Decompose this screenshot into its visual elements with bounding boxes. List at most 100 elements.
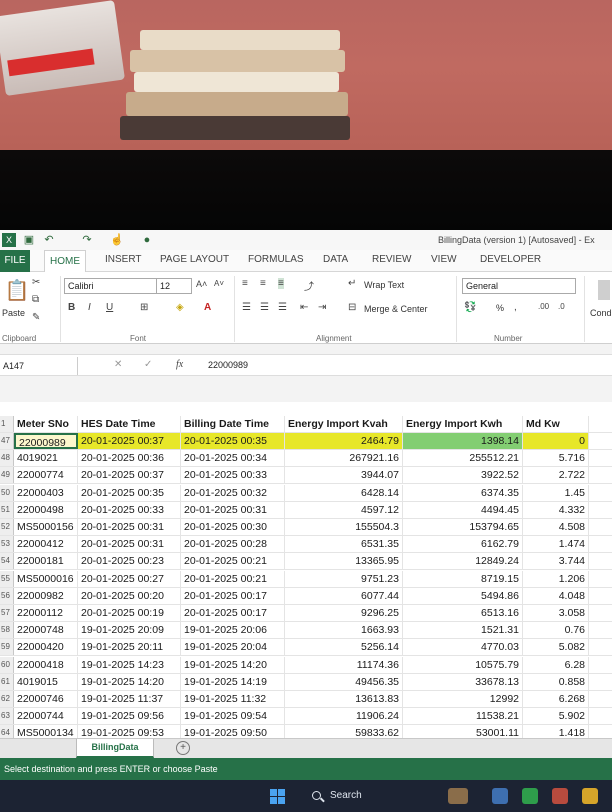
row-number[interactable]: 57 [0,605,14,621]
align-bottom-icon[interactable]: ≡ [278,278,284,289]
cell-c[interactable]: 20-01-2025 00:28 [181,536,285,553]
cell-a[interactable]: MS5000016 [14,570,78,587]
cell-b[interactable]: 20-01-2025 00:37 [78,433,181,449]
cell-q[interactable]: 12992 [403,691,523,707]
cell-af[interactable]: 4.332 [523,501,589,518]
cell-b[interactable]: 19-01-2025 14:23 [78,656,181,673]
paste-label[interactable]: Paste [2,308,25,318]
align-left-icon[interactable]: ☰ [242,302,251,313]
align-center-icon[interactable]: ☰ [260,302,269,313]
cell-q[interactable]: 12849.24 [403,553,523,570]
cell-c[interactable]: 20-01-2025 00:30 [181,519,285,535]
bold-icon[interactable]: B [68,302,75,313]
font-name-select[interactable]: Calibri [64,278,158,294]
cell-af[interactable]: 5.082 [523,639,589,656]
cell-c[interactable]: 20-01-2025 00:31 [181,501,285,518]
underline-icon[interactable]: U [106,302,113,313]
cell-g[interactable]: 267921.16 [285,450,403,467]
decrease-decimal-icon[interactable]: .0 [558,302,565,311]
tab-data[interactable]: DATA [323,254,348,265]
cell-a[interactable]: 22000420 [14,639,78,656]
cell-af[interactable]: 5.902 [523,708,589,725]
enter-icon[interactable]: ✓ [144,359,152,370]
row-number[interactable]: 49 [0,467,14,484]
decrease-indent-icon[interactable]: ⇤ [300,302,308,313]
cell-b[interactable]: 19-01-2025 20:11 [78,639,181,656]
cell-g[interactable]: 4597.12 [285,501,403,518]
cell-c[interactable]: 20-01-2025 00:32 [181,484,285,501]
comma-style-icon[interactable]: , [514,302,517,313]
touch-mode-icon[interactable]: ☝ [110,233,124,247]
tab-formulas[interactable]: FORMULAS [248,254,304,265]
cell-af[interactable]: 0.76 [523,622,589,639]
cell-af[interactable]: 0.858 [523,673,589,690]
cell-q[interactable]: 255512.21 [403,450,523,467]
cell-af[interactable]: 4.048 [523,587,589,604]
cell-b[interactable]: 19-01-2025 09:56 [78,708,181,725]
italic-icon[interactable]: I [88,302,91,313]
cell-c[interactable]: 19-01-2025 14:19 [181,673,285,690]
row-number[interactable]: 50 [0,484,14,501]
cell-b[interactable]: 20-01-2025 00:31 [78,519,181,535]
app-icon-5[interactable] [582,788,598,804]
number-format-select[interactable]: General [462,278,576,294]
tab-review[interactable]: REVIEW [372,254,411,265]
align-right-icon[interactable]: ☰ [278,302,287,313]
cell-c[interactable]: 20-01-2025 00:17 [181,587,285,604]
cell-q[interactable]: 1398.14 [403,433,523,449]
cell-c[interactable]: 20-01-2025 00:33 [181,467,285,484]
tab-home[interactable]: HOME [44,250,86,273]
windows-start-icon[interactable] [270,789,286,805]
row-number[interactable]: 48 [0,450,14,467]
cell-af[interactable]: 1.45 [523,484,589,501]
redo-icon[interactable]: ↷ [80,233,94,247]
cell-c[interactable]: 20-01-2025 00:21 [181,570,285,587]
cell-a[interactable]: 22000748 [14,622,78,639]
cell-q[interactable]: 10575.79 [403,656,523,673]
cell-af[interactable]: 1.206 [523,570,589,587]
cell-af[interactable]: 4.508 [523,519,589,535]
new-sheet-icon[interactable]: + [176,741,190,755]
cell-a[interactable]: 22000418 [14,656,78,673]
save-icon[interactable]: ▣ [22,233,36,247]
cell-af[interactable]: 5.716 [523,450,589,467]
cell-a[interactable]: 22000403 [14,484,78,501]
cell-c[interactable]: 20-01-2025 00:34 [181,450,285,467]
cell-g[interactable]: 49456.35 [285,673,403,690]
conditional-formatting-icon[interactable] [598,280,610,300]
taskbar-search[interactable]: Search [304,786,414,806]
row-number[interactable]: 59 [0,639,14,656]
cell-a[interactable]: MS5000156 [14,519,78,535]
cell-a[interactable]: 22000112 [14,605,78,621]
cell-g[interactable]: 11906.24 [285,708,403,725]
align-top-icon[interactable]: ≡ [242,278,248,289]
cell-b[interactable]: 20-01-2025 00:35 [78,484,181,501]
row-number[interactable]: 61 [0,673,14,690]
cell-q[interactable]: 4770.03 [403,639,523,656]
cell-g[interactable]: 3944.07 [285,467,403,484]
cell-a[interactable]: 22000746 [14,691,78,707]
cell-b[interactable]: 20-01-2025 00:23 [78,553,181,570]
merge-center-button[interactable]: Merge & Center [364,304,428,314]
row-number[interactable]: 60 [0,656,14,673]
cell-c[interactable]: 19-01-2025 11:32 [181,691,285,707]
row-number[interactable]: 55 [0,570,14,587]
cell-g[interactable]: 5256.14 [285,639,403,656]
cell-q[interactable]: 153794.65 [403,519,523,535]
sheet-tab-billingdata[interactable]: BillingData [76,739,154,758]
cell-g[interactable]: 11174.36 [285,656,403,673]
cell-c[interactable]: 20-01-2025 00:35 [181,433,285,449]
header-cell[interactable]: Energy Import Kwh [403,416,523,432]
cell-c[interactable]: 20-01-2025 00:17 [181,605,285,621]
cell-a[interactable]: 22000744 [14,708,78,725]
cell-af[interactable]: 1.474 [523,536,589,553]
insert-function-icon[interactable]: fx [176,359,183,370]
row-number[interactable]: 54 [0,553,14,570]
cut-icon[interactable]: ✂ [32,277,40,288]
align-middle-icon[interactable]: ≡ [260,278,266,289]
cell-a[interactable]: 22000181 [14,553,78,570]
cell-c[interactable]: 19-01-2025 09:54 [181,708,285,725]
cell-g[interactable]: 13613.83 [285,691,403,707]
tab-page-layout[interactable]: PAGE LAYOUT [160,254,229,265]
cell-b[interactable]: 19-01-2025 11:37 [78,691,181,707]
